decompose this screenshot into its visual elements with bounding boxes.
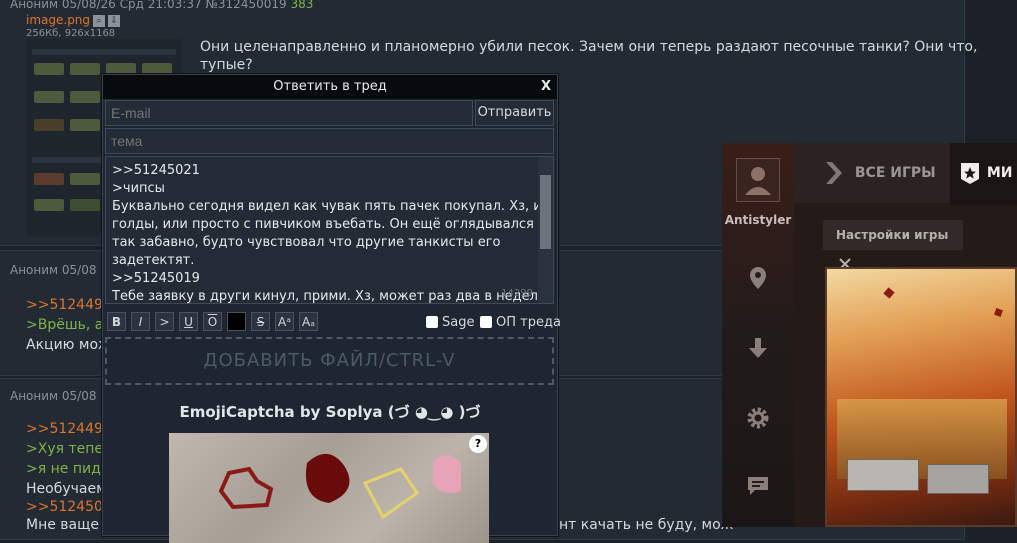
comment-line: >чипсы [112,181,165,196]
sage-label: Sage [442,315,475,330]
file-info: 256Кб, 926x1168 [26,28,116,39]
post-replies-count[interactable]: 383 [290,0,313,11]
send-button[interactable]: Отправить [475,100,554,126]
quote-button[interactable]: > [155,312,174,331]
textarea-scrollbar[interactable] [538,157,553,303]
tab-all-games-label: ВСЕ ИГРЫ [854,165,936,181]
reply-form: Ответить в тред X Отправить >>51245021 >… [102,74,561,543]
game-settings-label: Настройки игры [836,228,949,242]
reply-form-header[interactable]: Ответить в тред X [103,75,557,99]
comment-line: так забавно, будто чувствовал что другие… [112,235,501,250]
game-settings-button[interactable]: Настройки игры [823,220,963,270]
post-meta-text: Аноним 05/08/26 Срд 21:03:37 №312450019 [10,0,287,11]
tab-all-games[interactable]: ВСЕ ИГРЫ [822,143,936,203]
tab-my-games-label: МИ [986,165,1013,181]
chevron-right-icon [826,162,842,184]
chat-icon[interactable] [745,473,771,499]
launcher-sidebar: Antistyler [722,143,794,527]
post-text-line: Мне ваще п [26,517,113,533]
subject-field[interactable] [105,128,554,154]
file-name-link[interactable]: image.png [26,13,90,27]
post-text-line: Акцию мож [26,337,111,353]
comment-line: голды, или просто с пивчиком въебать. Он… [112,217,554,232]
file-line: image.png ⌕ ⇩ [26,13,121,27]
map-pin-icon[interactable] [745,265,771,291]
promo-banner-image[interactable] [825,267,1017,527]
sage-checkbox[interactable]: Sage [426,315,474,330]
gear-icon[interactable] [745,405,771,431]
post-meta: Аноним 05/08/26 Срд 21:03:37 №312450019 … [10,0,313,11]
op-checkbox-box[interactable] [480,316,492,328]
comment-line: Буквально сегодня видел как чувак пять п… [112,199,554,214]
download-icon[interactable]: ⇩ [108,14,121,27]
post-text-line: тупые? [200,57,253,73]
game-launcher-panel: Antistyler ВСЕ ИГРЫ МИ Настройки игры [722,143,1017,527]
strike-button[interactable]: S [251,312,270,331]
user-avatar[interactable] [736,158,780,202]
username-label: Antistyler [724,213,792,227]
bold-button[interactable]: B [107,312,126,331]
scrollbar-thumb[interactable] [540,175,551,249]
post-text-line: Они целенаправленно и планомерно убили п… [200,39,978,55]
comment-line: задетектят. [112,253,195,268]
reply-form-title: Ответить в тред [273,79,387,94]
star-badge-icon [961,163,979,184]
greentext-line: >я не пидо [26,461,110,477]
post-text-line: нт качать не буду, мож [559,517,734,533]
captcha-title: EmojiCaptcha by Soplya (づ ◕‿◕ )づ [179,403,481,421]
spoiler-button[interactable] [227,312,246,331]
post-text-line: Необучаем [26,481,107,497]
greentext-line: >Хуя тепер [26,441,112,457]
post-meta: Аноним 05/08 [10,263,97,277]
download-arrow-icon[interactable] [745,336,771,362]
add-file-dropzone[interactable]: ДОБАВИТЬ ФАЙЛ/CTRL-V [105,337,554,385]
overline-button[interactable]: O [203,312,222,331]
underline-button[interactable]: U [179,312,198,331]
email-field[interactable] [105,100,473,126]
post-meta: Аноним 05/08 [10,389,97,403]
superscript-button[interactable]: Aᵃ [275,312,294,331]
search-icon[interactable]: ⌕ [93,14,106,27]
sage-checkbox-box[interactable] [426,316,438,328]
comment-line: >>51245021 [112,163,200,178]
user-icon [745,167,771,195]
tab-my-games[interactable]: МИ [958,143,1013,203]
char-counter: 14299 [501,288,533,299]
op-checkbox[interactable]: ОП треда [480,315,561,330]
italic-button[interactable]: I [131,312,150,331]
subscript-button[interactable]: Aₐ [299,312,318,331]
op-label: ОП треда [496,315,561,330]
comment-line: Тебе заявку в други кинул, прими. Хз, мо… [112,289,549,304]
comment-textarea[interactable]: >>51245021 >чипсы Буквально сегодня виде… [105,156,554,304]
captcha-help-button[interactable]: ? [469,435,487,453]
comment-line: >>51245019 [112,271,200,286]
greentext-line: >Врёшь, ак [26,317,112,333]
close-button[interactable]: X [541,75,551,99]
